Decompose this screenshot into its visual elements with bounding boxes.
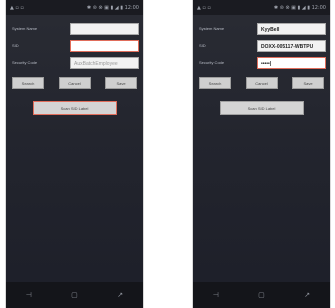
status-right-icons: ✱ ⊜ ⊗ ▣ ▮ ◢ ▮ 12:00 [273, 4, 326, 11]
cancel-button[interactable]: Cancel [58, 77, 91, 89]
sid-row: SID DOXX-005117-WBTPU [197, 38, 326, 53]
scan-sid-label-button[interactable]: Scan SID Label [32, 101, 117, 115]
login-form: System Name SID Security Code AuxBatchEm… [6, 15, 143, 70]
phone-screen-left: ▲ ▫ ▫ ✱ ⊜ ⊗ ▣ ▮ ◢ ▮ 12:00 System Name SI… [6, 0, 143, 308]
status-left-icons: ▲ ▫ ▫ [197, 4, 211, 11]
search-button[interactable]: Search [199, 77, 231, 89]
nav-bar: ⊣ ▢ ↗ [193, 282, 330, 308]
security-code-label: Security Code [12, 60, 38, 65]
security-code-row: Security Code •••••| [197, 55, 326, 70]
system-name-field[interactable]: KyyBell [257, 22, 326, 35]
save-button[interactable]: Save [105, 77, 137, 89]
status-bar: ▲ ▫ ▫ ✱ ⊜ ⊗ ▣ ▮ ◢ ▮ 12:00 [6, 0, 143, 15]
phone-screen-right: ▲ ▫ ▫ ✱ ⊜ ⊗ ▣ ▮ ◢ ▮ 12:00 System Name Ky… [193, 0, 330, 308]
action-buttons: Search Cancel Save [193, 72, 330, 89]
security-code-label: Security Code [199, 60, 225, 65]
sid-label: SID [12, 43, 19, 48]
nav-bar: ⊣ ▢ ↗ [6, 282, 143, 308]
sid-row: SID [10, 38, 139, 53]
system-name-field[interactable] [70, 22, 139, 35]
security-code-field[interactable]: AuxBatchEmployee [70, 56, 139, 69]
sid-field[interactable] [70, 39, 139, 52]
save-button[interactable]: Save [292, 77, 324, 89]
back-icon[interactable]: ⊣ [209, 291, 223, 299]
security-code-placeholder: AuxBatchEmployee [74, 60, 118, 67]
action-buttons: Search Cancel Save [6, 72, 143, 89]
back-icon[interactable]: ⊣ [22, 291, 36, 299]
login-form: System Name KyyBell SID DOXX-005117-WBTP… [193, 15, 330, 70]
scan-sid-label-button[interactable]: Scan SID Label [219, 101, 304, 115]
search-button[interactable]: Search [12, 77, 44, 89]
sid-label: SID [199, 43, 206, 48]
system-name-row: System Name [10, 21, 139, 36]
system-name-label: System Name [199, 26, 225, 31]
system-name-label: System Name [12, 26, 38, 31]
home-icon[interactable]: ▢ [67, 291, 81, 299]
recents-icon[interactable]: ↗ [300, 291, 314, 299]
security-code-field[interactable]: •••••| [257, 56, 326, 69]
security-code-row: Security Code AuxBatchEmployee [10, 55, 139, 70]
status-left-icons: ▲ ▫ ▫ [10, 4, 24, 11]
status-right-icons: ✱ ⊜ ⊗ ▣ ▮ ◢ ▮ 12:00 [86, 4, 139, 11]
sid-field[interactable]: DOXX-005117-WBTPU [257, 39, 326, 52]
home-icon[interactable]: ▢ [254, 291, 268, 299]
system-name-row: System Name KyyBell [197, 21, 326, 36]
status-bar: ▲ ▫ ▫ ✱ ⊜ ⊗ ▣ ▮ ◢ ▮ 12:00 [193, 0, 330, 15]
cancel-button[interactable]: Cancel [245, 77, 278, 89]
recents-icon[interactable]: ↗ [113, 291, 127, 299]
